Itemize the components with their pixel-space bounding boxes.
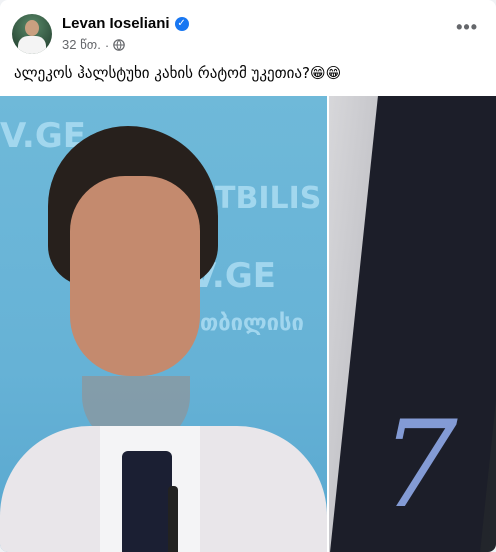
avatar-head <box>25 20 39 36</box>
author-avatar[interactable] <box>12 14 52 54</box>
post-photos: V.GE TBILIS V.GE თბილისი 7 <box>0 96 496 552</box>
avatar-body <box>18 36 46 54</box>
globe-icon[interactable] <box>113 39 125 51</box>
bg-text-2: TBILIS <box>215 181 322 216</box>
facebook-post: Levan Ioseliani ✓ 32 წთ. · ••• ალეკოს ჰა… <box>0 0 496 552</box>
dark-tie <box>122 451 172 552</box>
post-meta: 32 წთ. · <box>62 37 125 53</box>
man-face <box>70 176 200 376</box>
separator-dot: · <box>104 37 110 53</box>
more-options-icon[interactable]: ••• <box>456 18 478 36</box>
post-time[interactable]: 32 წთ. <box>62 37 101 53</box>
author-name[interactable]: Levan Ioseliani <box>62 15 170 32</box>
author-name-row: Levan Ioseliani ✓ <box>62 15 189 32</box>
bg-text-4: თბილისი <box>200 311 304 336</box>
photo-press-conference[interactable]: V.GE TBILIS V.GE თბილისი <box>0 96 327 552</box>
microphone <box>168 486 178 552</box>
verified-badge-icon: ✓ <box>174 16 189 31</box>
post-text: ალეკოს ჰალსტუხი კახის რატომ უკეთია?😁😁 <box>14 64 342 82</box>
